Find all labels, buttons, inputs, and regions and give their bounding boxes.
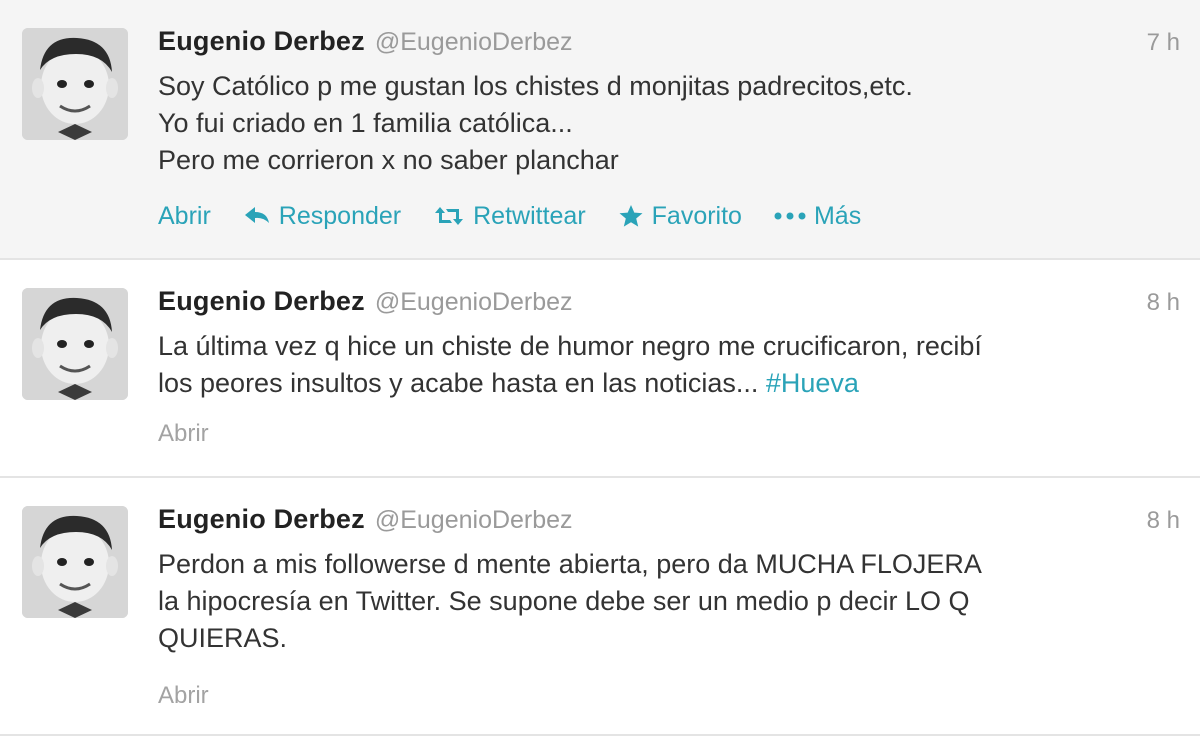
tweet-text-line: la hipocresía en Twitter. Se supone debe… [158, 586, 970, 616]
tweet-timeline: Eugenio Derbez @EugenioDerbez 7 h Soy Cat… [0, 0, 1200, 739]
reply-arrow-icon [244, 207, 269, 223]
tweet-header: Eugenio Derbez @EugenioDerbez 7 h [158, 26, 1180, 62]
expand-link[interactable]: Abrir [158, 420, 209, 448]
tweet-text-line: Perdon a mis followerse d mente abierta,… [158, 549, 982, 579]
tweet-text: Perdon a mis followerse d mente abierta,… [158, 546, 1176, 657]
tweet-text-line: QUIERAS. [158, 623, 288, 653]
tweet-header: Eugenio Derbez @EugenioDerbez 8 h [158, 504, 1180, 540]
avatar[interactable] [22, 506, 128, 618]
tweet-timestamp[interactable]: 8 h [1147, 289, 1180, 317]
more-button[interactable]: Más [774, 202, 861, 231]
tweet-timestamp[interactable]: 8 h [1147, 507, 1180, 535]
avatar-image [22, 506, 128, 618]
tweet[interactable]: Eugenio Derbez @EugenioDerbez 8 h La últi… [0, 260, 1200, 478]
tweet-text: Soy Católico p me gustan los chistes d m… [158, 68, 1176, 179]
avatar-image [22, 288, 128, 400]
retweet-button[interactable]: Retwittear [433, 202, 586, 231]
hashtag-link[interactable]: #Hueva [766, 368, 859, 398]
author-name[interactable]: Eugenio Derbez [158, 26, 365, 56]
tweet-text-line: La última vez q hice un chiste de humor … [158, 331, 982, 361]
tweet-text-line: Soy Católico p me gustan los chistes d m… [158, 71, 913, 101]
author-username[interactable]: @EugenioDerbez [375, 288, 573, 316]
expand-link[interactable]: Abrir [158, 682, 209, 710]
author-username[interactable]: @EugenioDerbez [375, 506, 573, 534]
author-username[interactable]: @EugenioDerbez [375, 28, 573, 56]
avatar[interactable] [22, 288, 128, 400]
tweet-text: La última vez q hice un chiste de humor … [158, 328, 1176, 402]
author-name[interactable]: Eugenio Derbez [158, 504, 365, 534]
favorite-label: Favorito [651, 201, 742, 230]
tweet[interactable]: Eugenio Derbez @EugenioDerbez 7 h Soy Cat… [0, 0, 1200, 260]
tweet-text-segment: los peores insultos y acabe hasta en las… [158, 368, 759, 398]
avatar[interactable] [22, 28, 128, 140]
retweet-label: Retwittear [473, 201, 586, 230]
tweet-text-line: Pero me corrieron x no saber planchar [158, 145, 619, 175]
tweet-text-line: Yo fui criado en 1 familia católica... [158, 108, 573, 138]
tweet[interactable]: Eugenio Derbez @EugenioDerbez 8 h Perdon … [0, 478, 1200, 736]
reply-button[interactable]: Responder [243, 202, 401, 231]
star-icon [619, 205, 643, 227]
retweet-icon [435, 207, 464, 225]
tweet-actions: Abrir Responder Retwittear Favorito Más [158, 196, 893, 236]
tweet-timestamp[interactable]: 7 h [1147, 29, 1180, 57]
expand-link[interactable]: Abrir [158, 202, 211, 231]
favorite-button[interactable]: Favorito [618, 202, 742, 231]
expand-label: Abrir [158, 201, 211, 230]
tweet-text-line: los peores insultos y acabe hasta en las… [158, 365, 1176, 402]
more-dots-icon [774, 212, 806, 220]
more-label: Más [813, 201, 862, 230]
tweet-header: Eugenio Derbez @EugenioDerbez 8 h [158, 286, 1180, 322]
author-name[interactable]: Eugenio Derbez [158, 286, 365, 316]
reply-label: Responder [278, 201, 402, 230]
avatar-image [22, 28, 128, 140]
